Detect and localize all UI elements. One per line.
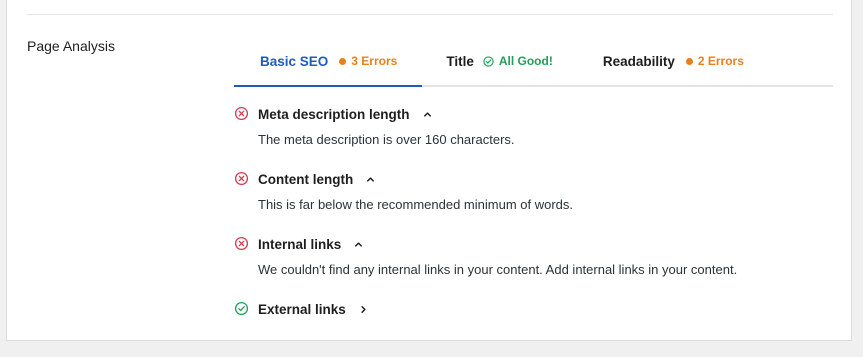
chevron-up-icon[interactable] — [422, 109, 433, 120]
check-circle-icon — [234, 301, 249, 316]
tab-readability[interactable]: Readability 2 Errors — [578, 48, 769, 74]
x-circle-icon — [234, 171, 249, 186]
x-circle-icon — [234, 236, 249, 251]
tab-basic-seo[interactable]: Basic SEO 3 Errors — [234, 48, 423, 87]
result-item-external-links: External links — [234, 299, 369, 319]
section-label: Page Analysis — [27, 38, 115, 54]
chevron-right-icon[interactable] — [358, 304, 369, 315]
result-title: Meta description length — [258, 106, 410, 122]
result-title: Content length — [258, 171, 354, 187]
error-dot-icon — [685, 57, 693, 65]
result-description: The meta description is over 160 charact… — [258, 132, 515, 147]
result-description: We couldn't find any internal links in y… — [258, 262, 738, 277]
analysis-tabs: Basic SEO 3 Errors Title All Good! Reada… — [234, 48, 833, 87]
tab-label: Basic SEO — [260, 53, 329, 69]
check-circle-icon — [483, 55, 494, 67]
error-dot-icon — [339, 57, 347, 65]
chevron-up-icon[interactable] — [365, 174, 376, 185]
tab-title[interactable]: Title All Good! — [422, 48, 578, 74]
page-analysis-panel: Page Analysis Basic SEO 3 Errors Title A… — [6, 0, 852, 341]
section-divider — [27, 14, 833, 15]
x-circle-icon — [234, 106, 249, 121]
result-title: Internal links — [258, 236, 342, 252]
result-item-content-length: Content length This is far below the rec… — [234, 169, 573, 212]
tab-status: 3 Errors — [351, 54, 398, 68]
tab-label: Readability — [602, 53, 675, 69]
result-item-meta-description-length: Meta description length The meta descrip… — [234, 104, 515, 147]
result-item-internal-links: Internal links We couldn't find any inte… — [234, 234, 737, 277]
chevron-up-icon[interactable] — [353, 239, 364, 250]
tab-label: Title — [446, 53, 474, 69]
tab-status: All Good! — [498, 54, 553, 68]
result-title: External links — [258, 301, 346, 317]
result-description: This is far below the recommended minimu… — [258, 197, 574, 212]
tab-status: 2 Errors — [697, 54, 744, 68]
